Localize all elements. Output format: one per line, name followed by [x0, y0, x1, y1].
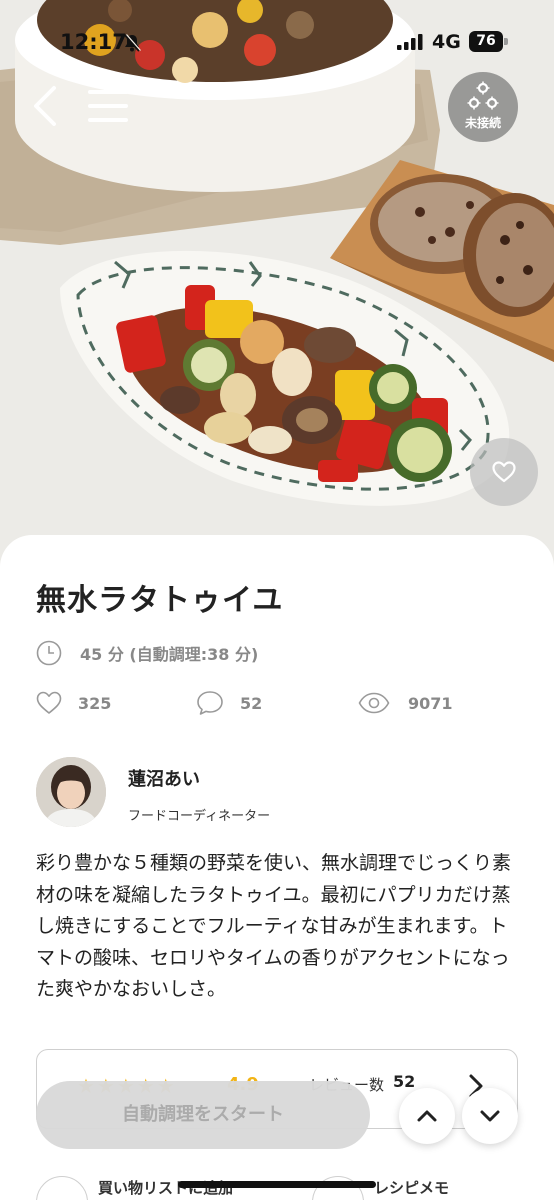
comment-icon	[197, 691, 223, 715]
device-connection-button[interactable]: 未接続	[448, 72, 518, 142]
status-bar: 12:17 4G 76	[0, 0, 554, 84]
memo-label: レシピメモ	[374, 1178, 450, 1197]
memo-icon	[312, 1176, 364, 1200]
device-status-label: 未接続	[464, 116, 501, 130]
author-avatar[interactable]	[36, 757, 106, 827]
start-auto-cook-button[interactable]: 自動調理をスタート	[36, 1081, 370, 1149]
scroll-down-button[interactable]	[462, 1088, 518, 1144]
network-type: 4G	[432, 31, 461, 53]
comments-count: 52	[240, 693, 263, 713]
battery-level: 76	[469, 31, 503, 52]
eye-icon	[358, 692, 390, 714]
likes-stat[interactable]: 325	[36, 687, 111, 719]
author-name[interactable]: 蓮沼あい	[128, 765, 200, 791]
bell-off-icon	[124, 34, 141, 52]
cook-time: 45 分 (自動調理:38 分)	[80, 645, 259, 664]
author-photo	[36, 757, 106, 827]
favorite-button[interactable]	[470, 438, 538, 506]
clock-icon	[36, 640, 62, 666]
menu-button[interactable]	[86, 86, 130, 126]
comments-stat[interactable]: 52	[196, 687, 262, 719]
battery-icon: 76	[469, 31, 509, 52]
status-time: 12:17	[60, 30, 127, 54]
review-count: 52	[393, 1072, 416, 1091]
heart-icon	[36, 691, 62, 714]
device-icon	[467, 81, 499, 110]
author-role: フードコーディネーター	[128, 809, 271, 824]
back-button[interactable]	[28, 82, 68, 130]
battery-tip	[504, 38, 508, 45]
cart-icon	[36, 1176, 88, 1200]
back-icon	[34, 86, 56, 126]
signal-icon	[397, 34, 423, 50]
chevron-down-icon	[480, 1110, 500, 1122]
likes-count: 325	[78, 693, 112, 713]
recipe-title: 無水ラタトゥイユ	[36, 583, 284, 618]
chevron-up-icon	[417, 1110, 437, 1122]
scroll-up-button[interactable]	[399, 1088, 455, 1144]
recipe-memo-button[interactable]: レシピメモ	[312, 1176, 449, 1200]
menu-icon	[88, 90, 128, 122]
author-section: 蓮沼あい フードコーディネーター	[36, 757, 516, 829]
home-indicator	[178, 1181, 376, 1188]
recipe-stats: 325 52 9071	[36, 687, 536, 719]
views-stat: 9071	[358, 687, 453, 719]
recipe-description: 彩り豊かな５種類の野菜を使い、無水調理でじっくり素材の味を凝縮したラタトゥイユ。…	[36, 852, 512, 1001]
add-to-shopping-list-button[interactable]: 買い物リストに追加	[36, 1176, 233, 1200]
views-count: 9071	[408, 693, 453, 713]
heart-icon	[492, 461, 516, 483]
cook-time-row: 45 分 (自動調理:38 分)	[36, 639, 258, 667]
